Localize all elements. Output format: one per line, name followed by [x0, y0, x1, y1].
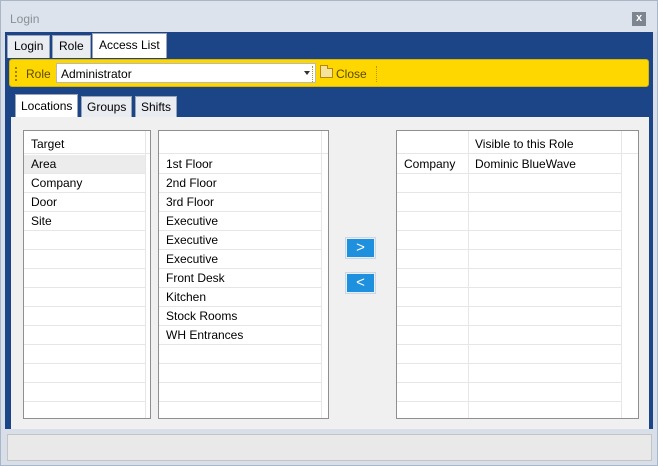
tab-access-list[interactable]: Access List	[92, 33, 167, 58]
table-row[interactable]: Executive	[159, 250, 321, 269]
table-row[interactable]: 2nd Floor	[159, 174, 321, 193]
table-row[interactable]: Door	[24, 193, 145, 212]
title-bar: Login x	[1, 1, 657, 32]
table-row[interactable]: Kitchen	[159, 288, 321, 307]
tab-shifts[interactable]: Shifts	[135, 96, 178, 117]
visible-grid-header: Visible to this Role	[397, 135, 638, 154]
table-row[interactable]: Front Desk	[159, 269, 321, 288]
close-button-label: Close	[336, 67, 367, 81]
window-title: Login	[10, 12, 40, 26]
role-select[interactable]: Administrator	[56, 63, 316, 83]
locations-content: Target Area Company Door Site 1st Floor …	[11, 117, 649, 429]
toolbar-separator	[312, 66, 313, 82]
tab-groups[interactable]: Groups	[81, 96, 133, 117]
tab-locations[interactable]: Locations	[15, 94, 79, 117]
table-row[interactable]: 1st Floor	[159, 155, 321, 174]
target-grid-header: Target	[24, 135, 150, 154]
table-row[interactable]: Area	[24, 155, 145, 174]
items-grid-header	[159, 135, 328, 154]
table-row[interactable]: Company	[24, 174, 145, 193]
main-tab-strip: Login Role Access List	[5, 32, 653, 58]
folder-icon	[320, 65, 333, 78]
window-close-button[interactable]: x	[632, 12, 646, 26]
target-grid[interactable]: Target Area Company Door Site	[23, 130, 151, 419]
visible-to-role-grid[interactable]: Visible to this Role Company Dominic Blu…	[396, 130, 639, 419]
table-row[interactable]: 3rd Floor	[159, 193, 321, 212]
table-row[interactable]: Company Dominic BlueWave	[397, 155, 621, 174]
toolbar-separator	[376, 66, 377, 82]
tab-role[interactable]: Role	[52, 35, 91, 58]
target-column-header: Target	[31, 137, 65, 151]
close-button[interactable]: Close	[317, 64, 367, 84]
table-row[interactable]: Executive	[159, 212, 321, 231]
location-items-grid[interactable]: 1st Floor 2nd Floor 3rd Floor Executive …	[158, 130, 329, 419]
remove-from-role-button[interactable]: <	[345, 272, 376, 294]
table-row[interactable]: WH Entrances	[159, 326, 321, 345]
table-row[interactable]: Executive	[159, 231, 321, 250]
toolbar-grip[interactable]	[15, 67, 17, 81]
status-bar	[7, 434, 652, 461]
table-row[interactable]: Site	[24, 212, 145, 231]
tab-login[interactable]: Login	[7, 35, 51, 58]
role-select-value: Administrator	[61, 67, 132, 81]
table-row[interactable]: Stock Rooms	[159, 307, 321, 326]
login-window: Login x Login Role Access List Role Admi…	[0, 0, 658, 466]
role-toolbar: Role Administrator Close	[9, 59, 649, 87]
add-to-role-button[interactable]: >	[345, 237, 376, 259]
chevron-down-icon[interactable]	[304, 71, 310, 75]
visible-column-header: Visible to this Role	[475, 137, 574, 151]
role-label: Role	[26, 67, 51, 81]
